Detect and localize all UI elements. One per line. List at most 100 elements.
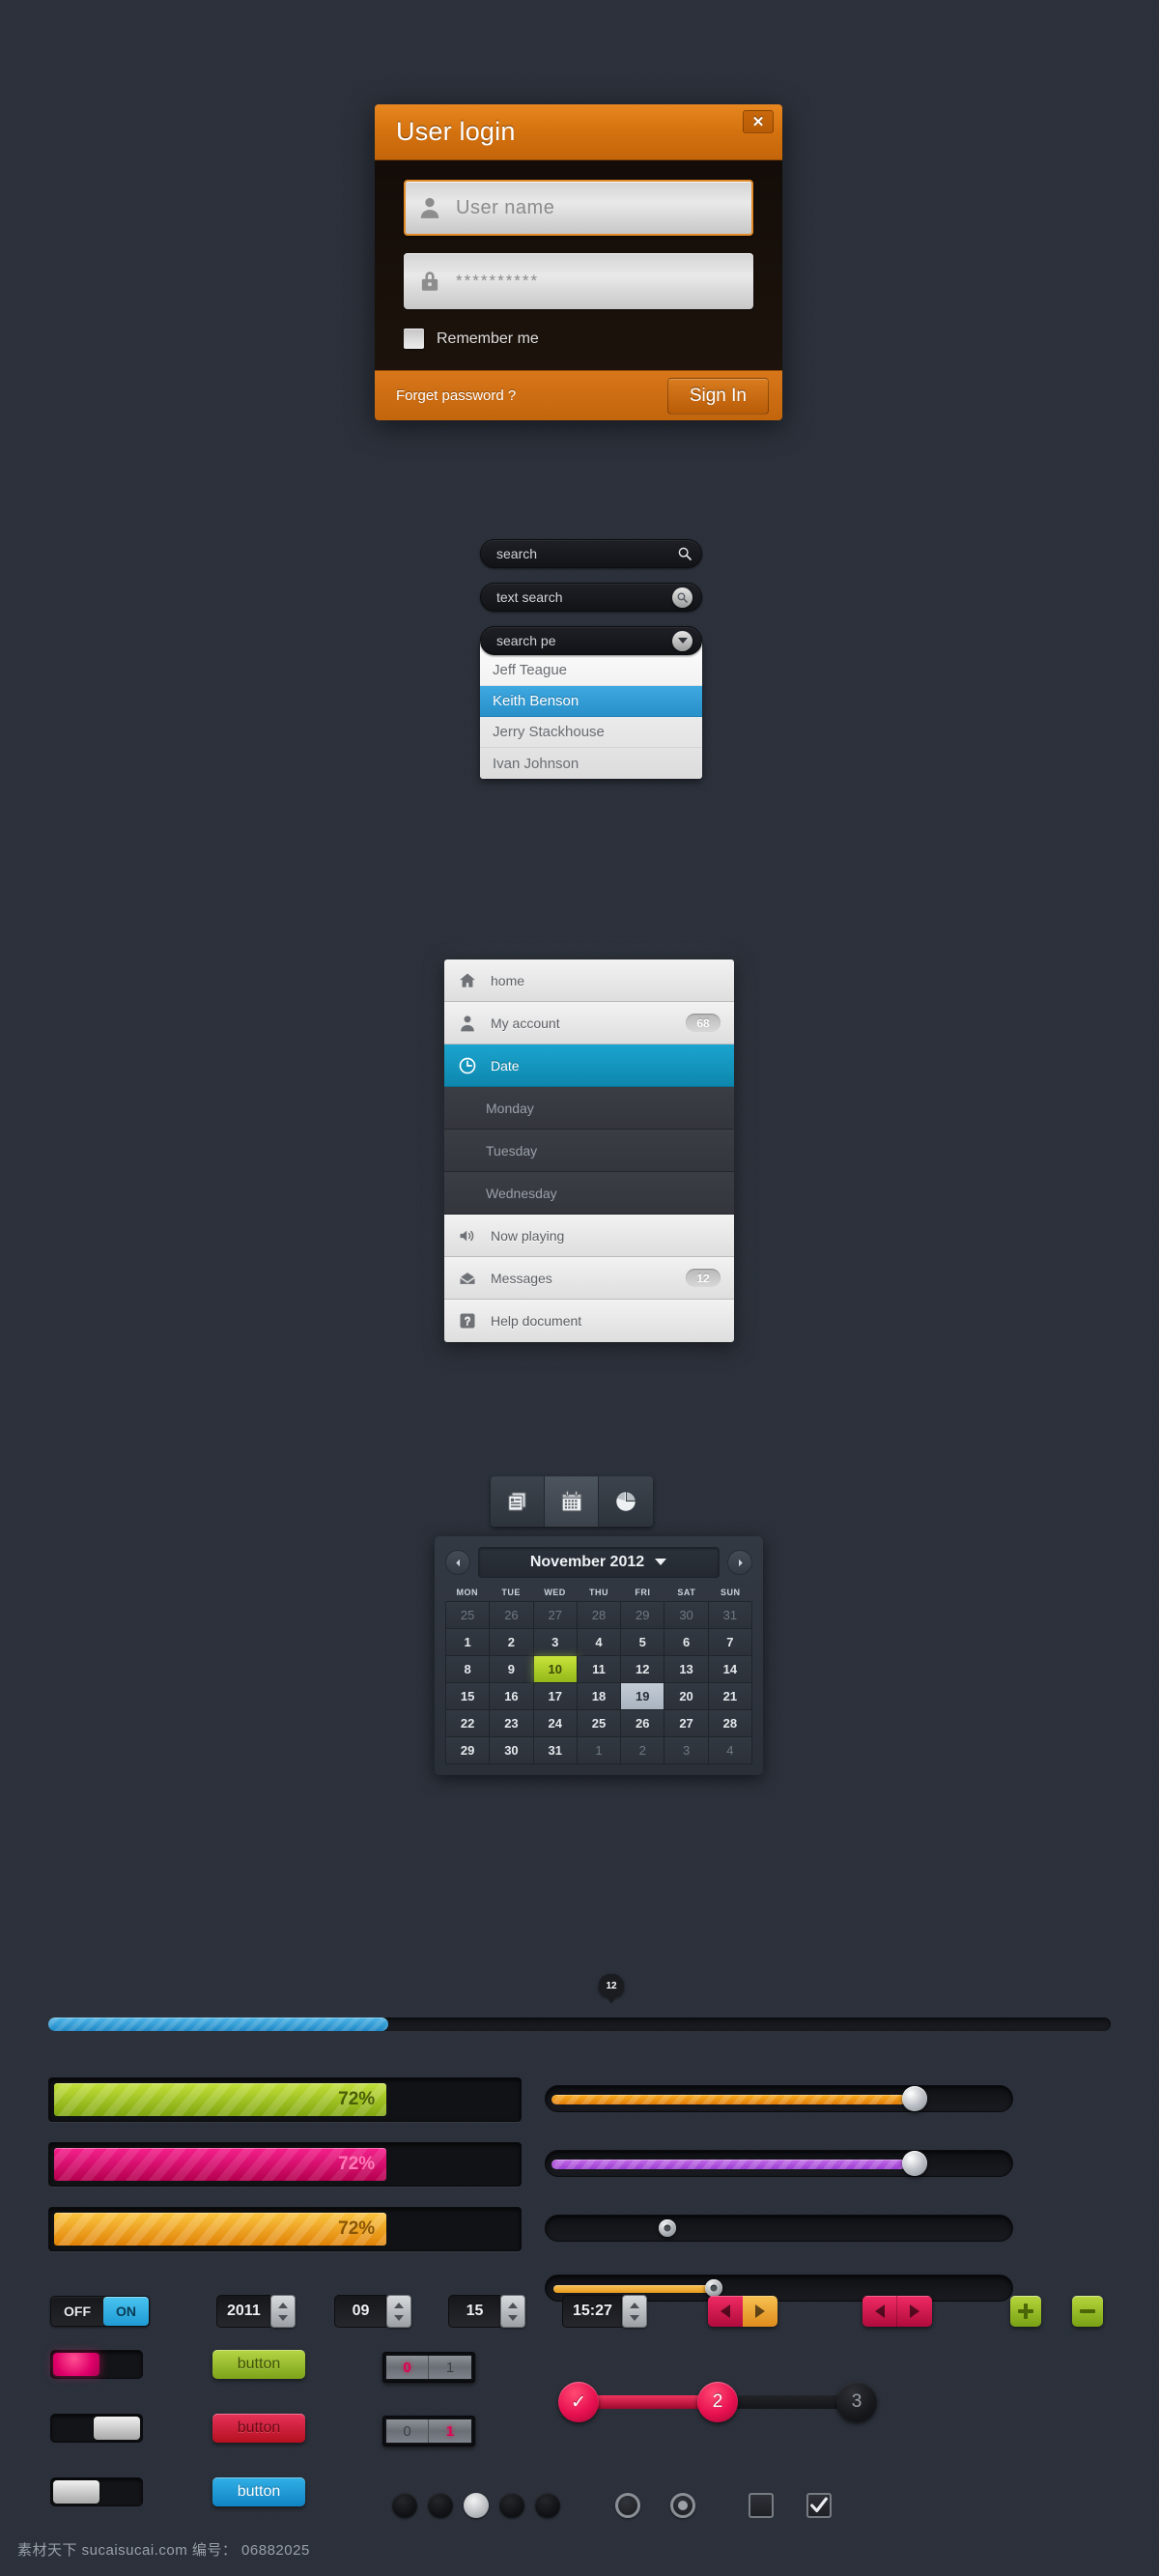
calendar-prev-button[interactable] [445, 1550, 470, 1575]
calendar-next-button[interactable] [727, 1550, 752, 1575]
calendar-day[interactable]: 2 [621, 1737, 665, 1764]
day-stepper[interactable]: 15 [448, 2295, 525, 2328]
username-field[interactable]: User name [404, 180, 753, 236]
step-node-2[interactable]: 2 [697, 2382, 738, 2422]
nav-item-monday[interactable]: Monday [444, 1087, 734, 1130]
calendar-day[interactable]: 15 [446, 1683, 491, 1710]
calendar-day[interactable]: 27 [664, 1710, 709, 1737]
progress-bar-blue[interactable] [48, 2018, 1111, 2031]
list-item[interactable]: Ivan Johnson [480, 748, 702, 779]
calendar-day[interactable]: 13 [664, 1656, 709, 1683]
search-icon[interactable] [677, 546, 693, 561]
sign-in-button[interactable]: Sign In [666, 377, 769, 415]
checkbox-unchecked[interactable] [749, 2493, 774, 2518]
radio-unchecked[interactable] [615, 2493, 640, 2518]
calendar-day[interactable]: 23 [490, 1710, 534, 1737]
calendar-day[interactable]: 22 [446, 1710, 491, 1737]
stepper-arrows[interactable] [621, 2295, 647, 2328]
calendar-day[interactable]: 30 [664, 1602, 709, 1629]
calendar-day[interactable]: 7 [708, 1629, 752, 1656]
calendar-day[interactable]: 6 [664, 1629, 709, 1656]
calendar-day[interactable]: 1 [446, 1629, 491, 1656]
calendar-day[interactable]: 3 [664, 1737, 709, 1764]
calendar-day[interactable]: 28 [577, 1602, 622, 1629]
calendar-day[interactable]: 17 [533, 1683, 578, 1710]
prev-next-pair-orange[interactable] [708, 2296, 777, 2327]
step-node-3[interactable]: 3 [836, 2382, 877, 2422]
slider-empty[interactable] [545, 2215, 1013, 2242]
nav-item-date[interactable]: Date [444, 1045, 734, 1087]
chevron-down-icon[interactable] [672, 630, 693, 651]
nav-item-help-document[interactable]: ? Help document [444, 1300, 734, 1342]
remember-me-checkbox[interactable] [404, 329, 424, 349]
calendar-day[interactable]: 27 [533, 1602, 578, 1629]
calendar-day[interactable]: 5 [621, 1629, 665, 1656]
search-icon[interactable] [672, 587, 693, 608]
stepper-arrows[interactable] [386, 2295, 411, 2328]
pager-dot[interactable] [535, 2493, 560, 2518]
calendar-day[interactable]: 21 [708, 1683, 752, 1710]
plus-icon-button[interactable] [1010, 2296, 1041, 2327]
toggle-pink[interactable] [50, 2350, 143, 2379]
calendar-day[interactable]: 10 [533, 1656, 578, 1683]
checkbox-checked[interactable] [806, 2493, 832, 2518]
button-red[interactable]: button [212, 2414, 305, 2443]
nav-item-wednesday[interactable]: Wednesday [444, 1172, 734, 1215]
calendar-day[interactable]: 31 [708, 1602, 752, 1629]
stepper-arrows[interactable] [500, 2295, 525, 2328]
time-stepper[interactable]: 15:27 [562, 2295, 647, 2328]
nav-item-home[interactable]: home [444, 959, 734, 1002]
arrow-left-icon-button[interactable] [708, 2296, 743, 2327]
radio-checked[interactable] [670, 2493, 695, 2518]
toggle-gray-right[interactable] [50, 2414, 143, 2443]
list-item[interactable]: Keith Benson [480, 686, 702, 717]
calendar-day[interactable]: 11 [577, 1656, 622, 1683]
calendar-day[interactable]: 8 [446, 1656, 491, 1683]
toggle-handle[interactable] [53, 2480, 99, 2504]
button-green[interactable]: button [212, 2350, 305, 2379]
pie-chart-icon-button[interactable] [599, 1476, 653, 1527]
calendar-day[interactable]: 26 [490, 1602, 534, 1629]
calendar-day[interactable]: 28 [708, 1710, 752, 1737]
button-blue[interactable]: button [212, 2477, 305, 2506]
slider-orange[interactable] [545, 2085, 1013, 2112]
stepper-arrows[interactable] [269, 2295, 296, 2328]
calendar-day[interactable]: 3 [533, 1629, 578, 1656]
list-item[interactable]: Jerry Stackhouse [480, 717, 702, 748]
arrow-right-icon-button[interactable] [897, 2296, 932, 2327]
calendar-day[interactable]: 25 [577, 1710, 622, 1737]
calendar-day[interactable]: 2 [490, 1629, 534, 1656]
flip-counter-a[interactable]: 0 1 [382, 2352, 475, 2383]
slider-orange-handle[interactable] [901, 2086, 927, 2111]
toggle-handle[interactable] [94, 2417, 140, 2440]
progress-bar-pink[interactable]: 72% [48, 2142, 522, 2187]
flip-counter-b[interactable]: 0 1 [382, 2416, 475, 2447]
calendar-day[interactable]: 1 [577, 1737, 622, 1764]
nav-item-messages[interactable]: Messages 12 [444, 1257, 734, 1300]
nav-item-my-account[interactable]: My account 68 [444, 1002, 734, 1045]
calendar-day[interactable]: 19 [621, 1683, 665, 1710]
month-stepper[interactable]: 09 [334, 2295, 411, 2328]
calendar-day[interactable]: 20 [664, 1683, 709, 1710]
nav-item-tuesday[interactable]: Tuesday [444, 1130, 734, 1172]
search-input-plain[interactable]: search [480, 539, 702, 568]
calendar-day[interactable]: 16 [490, 1683, 534, 1710]
arrow-right-icon-button[interactable] [743, 2296, 777, 2327]
pager-dot-active[interactable] [464, 2493, 489, 2518]
calendar-day[interactable]: 18 [577, 1683, 622, 1710]
slider-empty-handle[interactable] [658, 2219, 676, 2237]
search-input-text[interactable]: text search [480, 583, 702, 612]
step-node-1[interactable]: ✓ [558, 2382, 599, 2422]
minus-icon-button[interactable] [1072, 2296, 1103, 2327]
calendar-day[interactable]: 9 [490, 1656, 534, 1683]
list-item[interactable]: Jeff Teague [480, 655, 702, 686]
calendar-day[interactable]: 12 [621, 1656, 665, 1683]
calendar-day[interactable]: 24 [533, 1710, 578, 1737]
progress-bar-orange[interactable]: 72% [48, 2207, 522, 2251]
password-field[interactable]: ********** [404, 253, 753, 309]
calendar-month-selector[interactable]: November 2012 [478, 1547, 720, 1578]
calendar-day[interactable]: 25 [446, 1602, 491, 1629]
slider-amber-handle[interactable] [704, 2279, 722, 2297]
slider-purple-handle[interactable] [901, 2151, 927, 2176]
calendar-day[interactable]: 29 [621, 1602, 665, 1629]
